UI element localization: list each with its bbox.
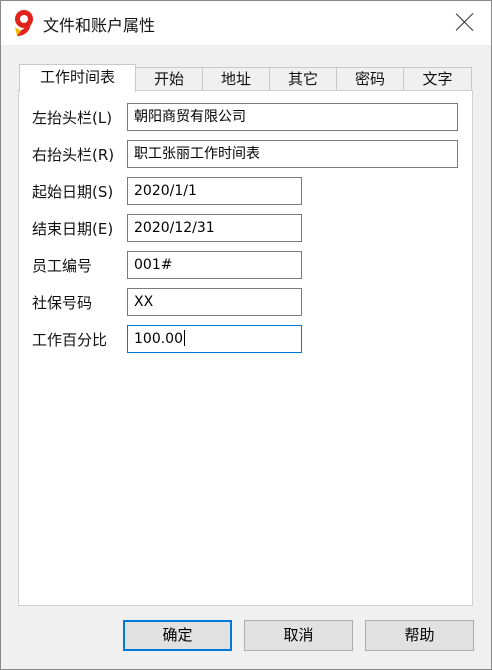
title-bar: 文件和账户属性: [1, 1, 491, 45]
work-percent-label: 工作百分比: [32, 331, 108, 349]
social-security-input[interactable]: XX: [127, 288, 302, 316]
cancel-button[interactable]: 取消: [244, 620, 353, 651]
close-icon[interactable]: [455, 12, 475, 32]
tab-other[interactable]: 其它: [269, 67, 337, 91]
text-caret: [184, 330, 185, 346]
window-title: 文件和账户属性: [43, 16, 156, 35]
work-percent-input[interactable]: 100.00: [127, 325, 302, 353]
properties-dialog: 文件和账户属性 工作时间表 开始 地址 其它 密码 文字 左抬头栏(L) 朝阳商…: [0, 0, 492, 670]
help-button[interactable]: 帮助: [365, 620, 474, 651]
start-date-label: 起始日期(S): [32, 183, 114, 201]
start-date-input[interactable]: 2020/1/1: [127, 177, 302, 205]
tab-start[interactable]: 开始: [135, 67, 203, 91]
work-percent-value: 100.00: [134, 331, 183, 347]
tab-address[interactable]: 地址: [202, 67, 270, 91]
tab-password[interactable]: 密码: [336, 67, 404, 91]
social-security-label: 社保号码: [32, 294, 93, 312]
employee-id-input[interactable]: 001#: [127, 251, 302, 279]
right-header-label: 右抬头栏(R): [32, 146, 115, 164]
app-logo-icon: [15, 10, 33, 36]
end-date-input[interactable]: 2020/12/31: [127, 214, 302, 242]
end-date-label: 结束日期(E): [32, 220, 114, 238]
ok-button[interactable]: 确定: [123, 620, 232, 651]
left-header-label: 左抬头栏(L): [32, 109, 113, 127]
tab-text[interactable]: 文字: [403, 67, 472, 91]
right-header-input[interactable]: 职工张丽工作时间表: [127, 140, 458, 168]
left-header-input[interactable]: 朝阳商贸有限公司: [127, 103, 458, 131]
employee-id-label: 员工编号: [32, 257, 93, 275]
tab-timesheet[interactable]: 工作时间表: [19, 64, 136, 92]
